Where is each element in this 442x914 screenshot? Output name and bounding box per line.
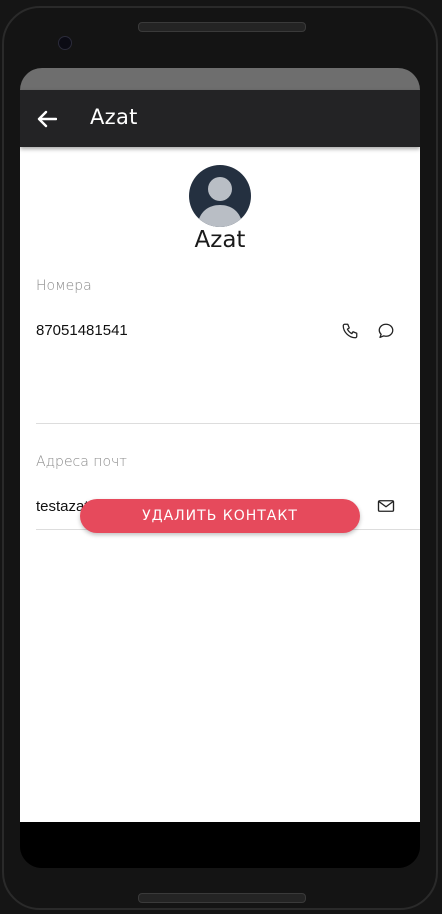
- contact-details: Azat Номера 87051481541 Адреса почт test…: [20, 147, 420, 822]
- delete-contact-button[interactable]: УДАЛИТЬ КОНТАКТ: [80, 499, 360, 533]
- person-avatar-icon: [197, 177, 243, 227]
- contact-name: Azat: [194, 227, 246, 253]
- envelope-icon: [377, 500, 395, 512]
- avatar: [189, 165, 251, 227]
- arrow-left-icon: [37, 110, 57, 128]
- status-bar: [20, 68, 420, 90]
- speaker-grille-bottom: [138, 893, 306, 903]
- back-button[interactable]: [34, 106, 60, 132]
- page-title: Azat: [90, 105, 138, 129]
- phone-divider: [36, 423, 420, 424]
- phones-section-label: Номера: [36, 278, 92, 294]
- phone-number[interactable]: 87051481541: [36, 322, 128, 339]
- camera-icon: [58, 36, 72, 50]
- screen: Azat Azat Номера 87051481541 Адреса почт…: [20, 68, 420, 868]
- device-frame: Azat Azat Номера 87051481541 Адреса почт…: [0, 0, 442, 914]
- app-bar: Azat: [20, 90, 420, 147]
- message-button[interactable]: [374, 319, 398, 343]
- speaker-grille-top: [138, 22, 306, 32]
- phone-icon: [342, 323, 358, 339]
- email-button[interactable]: [374, 494, 398, 518]
- chat-bubble-icon: [378, 323, 394, 339]
- emails-section-label: Адреса почт: [36, 454, 127, 470]
- call-button[interactable]: [338, 319, 362, 343]
- navigation-bar-area: [20, 822, 420, 868]
